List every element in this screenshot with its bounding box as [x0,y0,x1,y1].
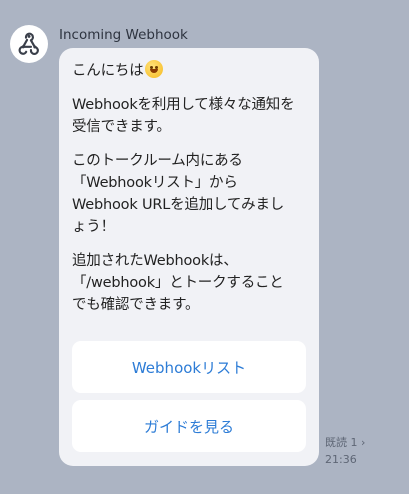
message-paragraph-3: このトークルーム内にある 「Webhookリスト」から Webhook URLを… [72,153,285,235]
smiling-face-emoji [144,60,163,78]
webhook-node [33,45,37,49]
message-paragraph-4: 追加されたWebhookは、 「/webhook」とトークすること でも確認でき… [72,253,284,313]
message-timestamp: 21:36 [325,453,357,466]
message-greeting: こんにちは [72,60,306,82]
webhook-icon [18,32,39,55]
greeting-text: こんにちは [72,63,144,79]
view-guide-button[interactable]: ガイドを見る [72,400,306,452]
message-bubble: こんにちは Webhookを利用して様々な通知を 受信できます。 このトークルー… [59,48,319,466]
message-meta: 既読 1 › 21:36 [325,434,365,468]
message-paragraph-2: Webhookを利用して様々な通知を 受信できます。 [72,97,295,135]
webhook-node [21,45,25,49]
webhook-node [27,34,31,38]
sender-name: Incoming Webhook [59,27,188,43]
read-receipt[interactable]: 既読 1 › [325,434,365,451]
webhook-list-button[interactable]: Webhookリスト [72,341,306,393]
sender-avatar[interactable] [10,25,48,63]
message-text: こんにちは Webhookを利用して様々な通知を 受信できます。 このトークルー… [72,60,306,316]
